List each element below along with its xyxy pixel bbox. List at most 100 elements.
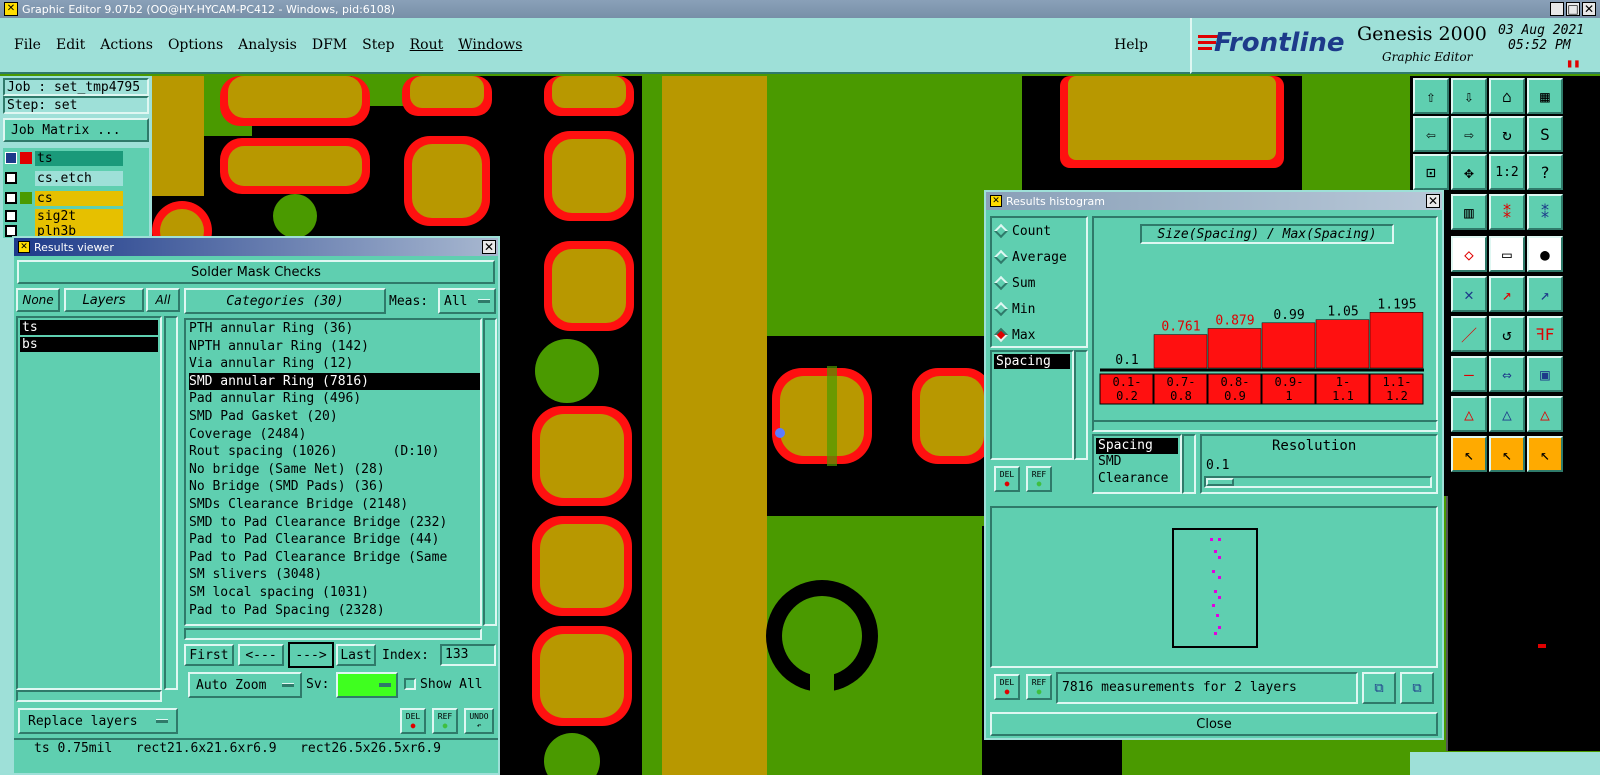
layer-row[interactable]: cs.etch (5, 170, 123, 186)
zoom-to-button[interactable]: ⧉ (1362, 672, 1396, 704)
index-input[interactable]: 133 (440, 644, 496, 666)
job-matrix-button[interactable]: Job Matrix ... (3, 118, 149, 142)
minimize-icon[interactable]: _ (1550, 2, 1564, 16)
tool-rotate-icon[interactable]: ↺ (1489, 316, 1525, 352)
zoom-mode-dropdown[interactable]: Auto Zoom (188, 672, 302, 698)
close-button[interactable]: Close (990, 712, 1438, 736)
layer-row[interactable]: ts (5, 150, 123, 166)
list-item[interactable]: Via annular Ring (12) (189, 355, 480, 373)
hist-ref-button[interactable]: REF ● (1026, 466, 1052, 492)
measure-type-scrollbar[interactable] (1182, 434, 1196, 494)
list-item[interactable]: SM slivers (3048) (189, 566, 480, 584)
menu-rout[interactable]: Rout (410, 37, 444, 53)
list-item[interactable]: No Bridge (SMD Pads) (36) (189, 478, 480, 496)
prev-button[interactable]: <--- (238, 644, 284, 666)
categories-hscrollbar[interactable] (184, 628, 482, 640)
layer-row[interactable]: cs (5, 190, 123, 206)
mode-radio[interactable]: Sum (992, 270, 1086, 296)
list-item[interactable]: Coverage (2484) (189, 426, 480, 444)
list-item[interactable]: ts (20, 320, 158, 335)
next-button[interactable]: ---> (288, 642, 334, 668)
layers-button[interactable]: Layers (64, 288, 144, 312)
layer-checkbox[interactable] (5, 152, 17, 164)
del-button[interactable]: DEL ● (400, 708, 426, 734)
tool-help-icon[interactable]: ? (1527, 154, 1563, 190)
list-item[interactable]: bs (20, 337, 158, 352)
layer-list-scrollbar[interactable] (164, 316, 178, 690)
undo-button[interactable]: UNDO ↶ (464, 708, 494, 734)
list-item[interactable]: Pad to Pad Clearance Bridge (Same (189, 549, 480, 567)
meas-dropdown[interactable]: All (438, 288, 496, 314)
last-button[interactable]: Last (336, 644, 376, 666)
all-button[interactable]: All (146, 288, 180, 312)
tool-measure-icon[interactable]: ⇔ (1489, 356, 1525, 392)
tool-mirror-icon[interactable]: ꟻF (1527, 316, 1563, 352)
tool-hline-icon[interactable]: — (1451, 356, 1487, 392)
tool-line2-icon[interactable]: ↗ (1527, 276, 1563, 312)
replace-layers-button[interactable]: Replace layers (18, 708, 178, 734)
list-item[interactable]: Clearance (1096, 471, 1178, 488)
list-item[interactable]: SMD (1096, 454, 1178, 471)
list-item[interactable]: PTH annular Ring (36) (189, 320, 480, 338)
list-item[interactable]: Pad to Pad Clearance Bridge (44) (189, 531, 480, 549)
menu-dfm[interactable]: DFM (312, 37, 347, 53)
tool-draw-icon[interactable]: ◇ (1451, 236, 1487, 272)
tool-ruler-icon[interactable]: ▭ (1489, 236, 1525, 272)
histogram-titlebar[interactable]: ✕ Results histogram ✕ (986, 192, 1442, 210)
tool-pan-right-icon[interactable]: ⇨ (1451, 116, 1487, 152)
mode-radio[interactable]: Min (992, 296, 1086, 322)
hist-del-button[interactable]: DEL ● (994, 466, 1020, 492)
spacing-scrollbar[interactable] (1074, 350, 1088, 460)
spacing-list[interactable]: Spacing (990, 350, 1074, 460)
chart-hscrollbar[interactable] (1092, 420, 1438, 432)
menu-windows[interactable]: Windows (458, 37, 522, 53)
categories-list[interactable]: PTH annular Ring (36) NPTH annular Ring (… (184, 318, 482, 626)
tool-snap-icon[interactable]: ⁑ (1489, 194, 1525, 230)
list-item[interactable]: SMD annular Ring (7816) (189, 372, 480, 391)
list-item[interactable]: Spacing (994, 354, 1070, 369)
list-item[interactable]: SM local spacing (1031) (189, 584, 480, 602)
tool-zoom-center-icon[interactable]: ✥ (1451, 154, 1487, 190)
close-icon[interactable]: ✕ (482, 240, 496, 254)
tool-select3-icon[interactable]: ↖ (1527, 436, 1563, 472)
list-item[interactable]: No bridge (Same Net) (28) (189, 461, 480, 479)
tool-pad-icon[interactable]: ● (1527, 236, 1563, 272)
menu-step[interactable]: Step (362, 37, 394, 53)
tool-s-icon[interactable]: S (1527, 116, 1563, 152)
categories-scrollbar[interactable] (483, 318, 497, 626)
list-item[interactable]: SMD to Pad Clearance Bridge (232) (189, 514, 480, 532)
menu-options[interactable]: Options (168, 37, 223, 53)
tool-arc2-icon[interactable]: △ (1489, 396, 1525, 432)
tool-grid-icon[interactable]: ▥ (1451, 194, 1487, 230)
mode-radio[interactable]: Max (992, 322, 1086, 348)
layer-checkbox[interactable] (5, 210, 17, 222)
overview-map[interactable] (1446, 496, 1600, 751)
preview-area[interactable] (990, 506, 1438, 668)
tool-cross-icon[interactable]: ✕ (1451, 276, 1487, 312)
tool-select-icon[interactable]: ↖ (1451, 436, 1487, 472)
layer-list-hscrollbar[interactable] (16, 690, 162, 702)
menu-file[interactable]: File (14, 37, 41, 53)
layer-checkbox[interactable] (5, 192, 17, 204)
mode-radio[interactable]: Count (992, 218, 1086, 244)
list-item[interactable]: Pad annular Ring (496) (189, 390, 480, 408)
menu-analysis[interactable]: Analysis (238, 37, 297, 53)
tool-home-icon[interactable]: ⌂ (1489, 78, 1525, 114)
list-item[interactable]: SMDs Clearance Bridge (2148) (189, 496, 480, 514)
tool-arc-icon[interactable]: △ (1451, 396, 1487, 432)
list-item[interactable]: Rout spacing (1026) (D:10) (189, 443, 480, 461)
resolution-slider[interactable] (1204, 476, 1432, 488)
menu-edit[interactable]: Edit (56, 37, 85, 53)
results-viewer-titlebar[interactable]: ✕ Results viewer ✕ (14, 238, 498, 256)
maximize-icon[interactable]: □ (1566, 2, 1580, 16)
list-item[interactable]: SMD Pad Gasket (20) (189, 408, 480, 426)
tool-select2-icon[interactable]: ↖ (1489, 436, 1525, 472)
menu-actions[interactable]: Actions (100, 37, 153, 53)
categories-button[interactable]: Categories (30) (184, 288, 386, 314)
tool-line-icon[interactable]: ↗ (1489, 276, 1525, 312)
preview-del-button[interactable]: DEL ● (994, 674, 1020, 700)
ref-button[interactable]: REF ● (432, 708, 458, 734)
menu-help[interactable]: Help (1114, 37, 1148, 53)
mode-radio[interactable]: Average (992, 244, 1086, 270)
zoom-back-button[interactable]: ⧉ (1400, 672, 1434, 704)
